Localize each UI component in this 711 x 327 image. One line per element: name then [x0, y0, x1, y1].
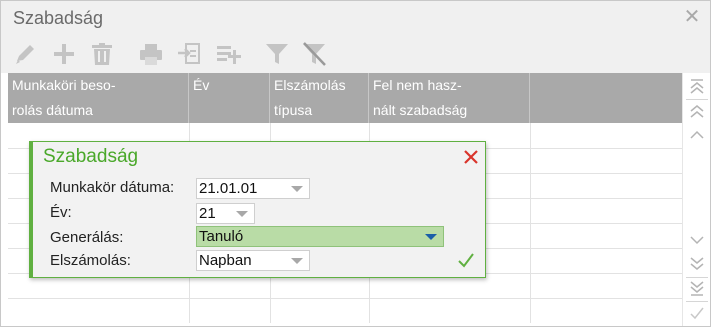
pencil-icon — [16, 45, 34, 64]
plus-icon — [54, 44, 74, 64]
chevron-down-icon — [236, 211, 248, 217]
toolbar — [1, 35, 710, 73]
elszamolas-select[interactable]: Napban — [196, 250, 310, 271]
edit-button[interactable] — [11, 39, 41, 69]
generalas-label: Generálás: — [50, 229, 124, 246]
trash-icon — [92, 43, 112, 65]
column-header-empty — [530, 73, 682, 123]
double-chevron-up-icon — [690, 105, 704, 118]
clear-filter-button[interactable] — [299, 39, 329, 69]
filter-clear-icon — [303, 42, 326, 66]
chevron-down-icon — [291, 186, 303, 192]
munkakor-datuma-select[interactable]: 21.01.01 — [196, 178, 310, 199]
add-rows-button[interactable] — [213, 39, 243, 69]
dialog-close-button[interactable] — [462, 148, 480, 166]
confirm-button[interactable] — [686, 302, 708, 324]
elszamolas-value: Napban — [199, 252, 252, 269]
printer-icon — [140, 44, 162, 65]
add-rows-icon — [217, 46, 241, 64]
grid-header: Munkaköri beso- rolás dátuma Év Elszámol… — [8, 73, 682, 123]
generalas-value: Tanuló — [199, 228, 244, 245]
double-chevron-down-icon — [690, 257, 704, 270]
page-down-button[interactable] — [686, 253, 708, 275]
add-button[interactable] — [49, 39, 79, 69]
filter-icon — [266, 44, 288, 64]
ev-select[interactable]: 21 — [196, 203, 255, 224]
chevron-down-icon — [690, 236, 704, 245]
ev-label: Év: — [50, 204, 72, 221]
column-header-fel-nem-hasznalt-szabadsag[interactable]: Fel nem hasz- nált szabadság — [369, 73, 530, 123]
double-chevron-up-bar-icon — [690, 79, 704, 94]
page-up-button[interactable] — [686, 100, 708, 122]
row-navigation — [682, 73, 710, 326]
filter-button[interactable] — [262, 39, 292, 69]
szabadsag-dialog: Szabadság Munkakör dátuma: 21.01.01 Év: … — [29, 141, 486, 278]
delete-button[interactable] — [87, 39, 117, 69]
export-icon — [178, 43, 200, 64]
checkmark-icon — [690, 307, 704, 320]
szabadsag-window: Szabadság ✕ Munkaköri beso- rolás dátuma… — [0, 0, 711, 327]
munkakor-datuma-value: 21.01.01 — [199, 180, 258, 197]
scroll-to-top-button[interactable] — [686, 75, 708, 97]
window-title: Szabadság — [13, 8, 104, 28]
export-button[interactable] — [174, 39, 204, 69]
title-bar: Szabadság ✕ — [1, 1, 710, 35]
dialog-title: Szabadság — [43, 146, 139, 167]
scroll-to-bottom-button[interactable] — [686, 278, 708, 300]
row-down-button[interactable] — [686, 229, 708, 251]
close-icon — [464, 150, 478, 164]
chevron-down-icon — [291, 258, 303, 264]
dialog-ok-button[interactable] — [455, 249, 477, 271]
munkakor-datuma-label: Munkakör dátuma: — [50, 179, 175, 196]
chevron-up-icon — [690, 130, 704, 139]
close-icon[interactable]: ✕ — [682, 6, 702, 28]
column-header-ev[interactable]: Év — [189, 73, 270, 123]
double-chevron-down-bar-icon — [690, 281, 704, 296]
print-button[interactable] — [136, 39, 166, 69]
generalas-select[interactable]: Tanuló — [196, 226, 444, 247]
row-up-button[interactable] — [686, 124, 708, 146]
column-header-besorolas-datuma[interactable]: Munkaköri beso- rolás dátuma — [8, 73, 189, 123]
checkmark-icon — [458, 253, 474, 268]
column-header-elszamolas-tipusa[interactable]: Elszámolás típusa — [270, 73, 369, 123]
grid-column-line — [530, 123, 531, 323]
elszamolas-label: Elszámolás: — [50, 252, 131, 269]
grid-row-line — [8, 298, 682, 299]
ev-value: 21 — [199, 205, 216, 222]
chevron-down-icon — [425, 234, 437, 240]
